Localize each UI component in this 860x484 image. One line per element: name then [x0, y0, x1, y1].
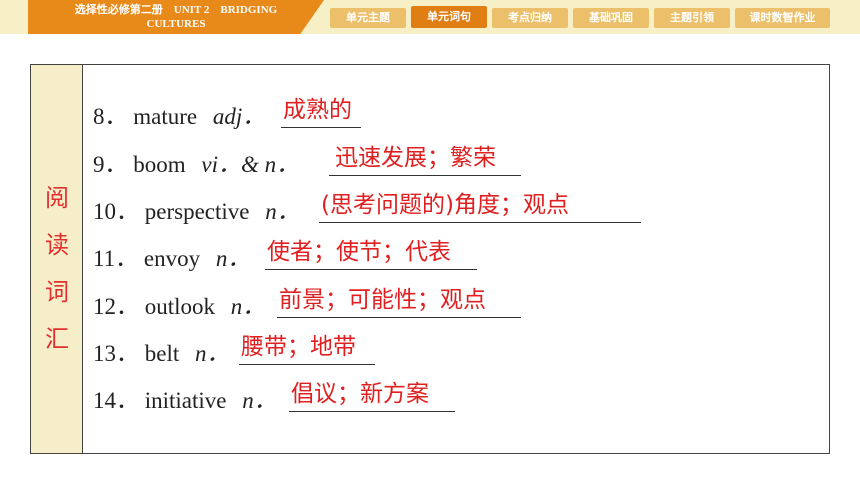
vocab-item: 12． outlook n． 前景；可能性；观点	[93, 287, 813, 319]
vocabulary-panel: 阅 读 词 汇 8． mature adj． 成熟的 9． boom vi．& …	[30, 64, 830, 454]
answer-blank: 使者；使节；代表	[265, 239, 477, 270]
section-label-char: 阅	[45, 184, 69, 212]
tab-key-points[interactable]: 考点归纳	[492, 8, 568, 28]
vocab-item: 13． belt n． 腰带；地带	[93, 334, 813, 366]
course-title-line1: 选择性必修第二册 UNIT 2 BRIDGING	[74, 4, 278, 16]
section-label-char: 读	[45, 231, 69, 259]
course-title: 选择性必修第二册 UNIT 2 BRIDGING CULTURES	[28, 0, 324, 34]
section-sidebar: 阅 读 词 汇	[31, 65, 83, 453]
item-pos: n．	[195, 341, 230, 366]
answer-text: 前景；可能性；观点	[279, 287, 486, 313]
section-label: 阅 读 词 汇	[31, 175, 83, 363]
item-number: 11．	[93, 246, 139, 271]
item-number: 13．	[93, 341, 139, 366]
tab-theme-guide[interactable]: 主题引领	[654, 8, 730, 28]
vocab-item: 8． mature adj． 成熟的	[93, 97, 813, 129]
item-number: 14．	[93, 388, 139, 413]
item-word: belt	[144, 341, 180, 366]
answer-blank: 成熟的	[281, 97, 361, 128]
item-number: 12．	[93, 294, 139, 319]
item-word: outlook	[144, 294, 216, 319]
answer-blank: 腰带；地带	[239, 334, 375, 365]
top-bar: 选择性必修第二册 UNIT 2 BRIDGING CULTURES 单元主题 单…	[0, 0, 860, 34]
item-number: 8．	[93, 104, 128, 129]
course-title-line2: CULTURES	[146, 18, 206, 30]
vocab-item: 10． perspective n． (思考问题的)角度；观点	[93, 192, 813, 224]
answer-blank: 前景；可能性；观点	[277, 287, 521, 318]
item-pos: n．	[215, 246, 251, 271]
tab-unit-vocabulary[interactable]: 单元词句	[411, 6, 487, 28]
answer-blank: 倡议；新方案	[289, 381, 455, 412]
item-pos: n．	[242, 388, 277, 413]
item-pos: vi．& n．	[201, 152, 300, 177]
item-word: initiative	[144, 388, 227, 413]
answer-text: (思考问题的)角度；观点	[321, 192, 569, 218]
item-pos: n．	[230, 294, 266, 319]
item-word: envoy	[143, 246, 201, 271]
answer-text: 倡议；新方案	[291, 381, 429, 407]
item-word: mature	[133, 104, 198, 129]
answer-text: 成熟的	[283, 97, 352, 123]
vocab-item: 11． envoy n． 使者；使节；代表	[93, 239, 813, 271]
tab-homework[interactable]: 课时数智作业	[735, 8, 830, 28]
answer-text: 使者；使节；代表	[267, 239, 451, 265]
item-number: 9．	[93, 152, 128, 177]
item-word: perspective	[144, 199, 250, 224]
answer-blank: 迅速发展；繁荣	[329, 145, 521, 176]
item-word: boom	[133, 152, 186, 177]
section-label-char: 词	[45, 278, 69, 306]
answer-text: 迅速发展；繁荣	[335, 145, 496, 171]
answer-blank: (思考问题的)角度；观点	[319, 192, 641, 223]
vocab-item: 14． initiative n． 倡议；新方案	[93, 381, 813, 413]
tab-basic-practice[interactable]: 基础巩固	[573, 8, 649, 28]
tab-unit-theme[interactable]: 单元主题	[330, 8, 406, 28]
item-pos: n．	[265, 199, 300, 224]
section-label-char: 汇	[45, 325, 69, 353]
item-number: 10．	[93, 199, 139, 224]
vocab-item: 9． boom vi．& n． 迅速发展；繁荣	[93, 145, 813, 177]
item-pos: adj．	[212, 104, 266, 129]
answer-text: 腰带；地带	[241, 334, 356, 360]
